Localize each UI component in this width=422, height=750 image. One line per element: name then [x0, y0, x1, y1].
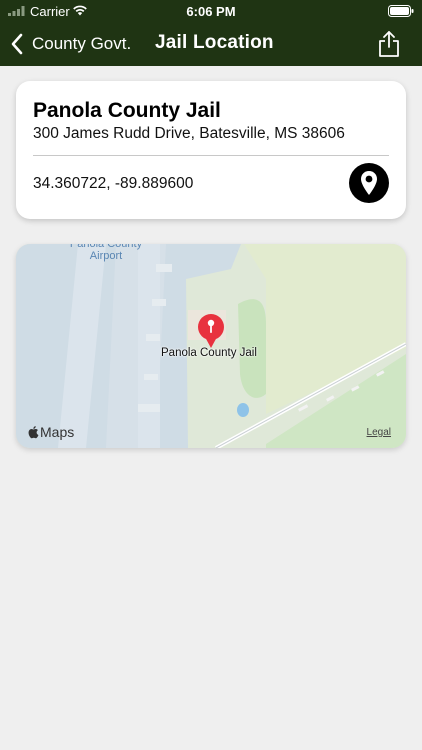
- location-coordinates: 34.360722, -89.889600: [33, 175, 194, 192]
- apple-logo-icon: [28, 426, 39, 439]
- battery-icon: [388, 5, 414, 17]
- chevron-left-icon: [11, 33, 23, 55]
- directions-button[interactable]: [349, 163, 389, 203]
- location-pin-icon: [361, 171, 377, 195]
- back-label: County Govt.: [32, 34, 132, 53]
- map-marker-icon[interactable]: [196, 313, 226, 349]
- card-divider: [33, 155, 389, 156]
- airport-label-text: Panola County Airport: [69, 244, 143, 262]
- airport-label: Panola County Airport: [56, 244, 156, 262]
- marker-label: Panola County Jail: [161, 347, 257, 359]
- map-view[interactable]: Panola County Airport Panola County Jail…: [16, 244, 406, 448]
- share-icon[interactable]: [378, 30, 400, 58]
- header: Carrier 6:06 PM County Govt. Jail Locati…: [0, 0, 422, 66]
- location-address: 300 James Rudd Drive, Batesville, MS 386…: [33, 125, 345, 142]
- nav-bar: County Govt. Jail Location: [0, 22, 422, 66]
- maps-brand-label: Maps: [40, 424, 75, 440]
- location-name: Panola County Jail: [33, 99, 221, 122]
- back-button[interactable]: County Govt.: [10, 30, 131, 58]
- location-card: Panola County Jail 300 James Rudd Drive,…: [16, 81, 406, 219]
- page-title: Jail Location: [155, 32, 274, 53]
- maps-brand: Maps: [27, 424, 74, 440]
- status-bar: Carrier 6:06 PM: [0, 0, 422, 22]
- legal-link[interactable]: Legal: [367, 427, 391, 438]
- status-time: 6:06 PM: [186, 4, 236, 19]
